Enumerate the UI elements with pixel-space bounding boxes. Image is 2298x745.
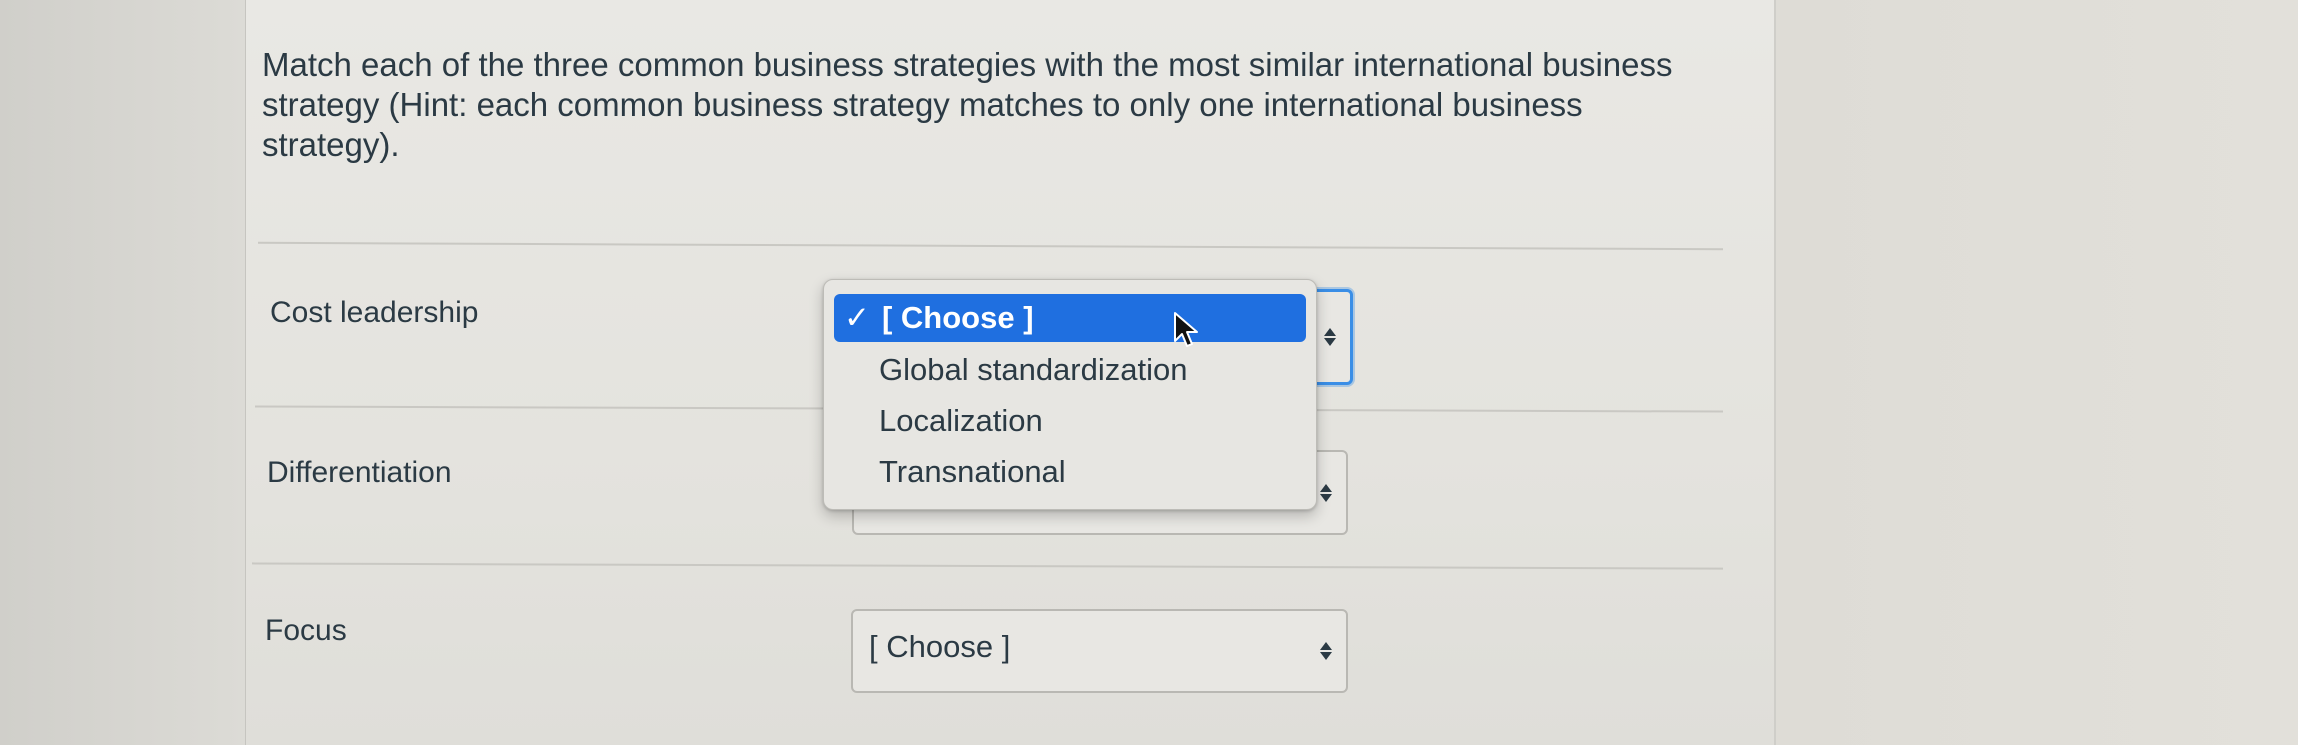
dropdown-option-choose[interactable]: ✓[ Choose ] [834, 294, 1306, 342]
select-arrows-icon [1320, 642, 1332, 660]
dropdown-option-global-standardization[interactable]: Global standardization [879, 352, 1187, 388]
dropdown-menu: ✓[ Choose ] Global standardization Local… [823, 279, 1317, 510]
right-background [1776, 0, 2298, 745]
select-arrows-icon [1320, 483, 1332, 502]
question-text: Match each of the three common business … [262, 46, 1673, 163]
row-label-differentiation: Differentiation [267, 456, 452, 489]
select-focus[interactable]: [ Choose ] [851, 609, 1348, 693]
left-background [0, 0, 246, 745]
checkmark-icon: ✓ [844, 300, 870, 335]
row-label-focus: Focus [265, 614, 347, 647]
select-value: [ Choose ] [869, 629, 1011, 664]
mouse-cursor-icon [1174, 312, 1198, 347]
row-label-cost-leadership: Cost leadership [270, 296, 479, 329]
select-arrows-icon [1324, 328, 1336, 346]
dropdown-option-localization[interactable]: Localization [879, 403, 1043, 439]
dropdown-option-transnational[interactable]: Transnational [879, 454, 1066, 490]
